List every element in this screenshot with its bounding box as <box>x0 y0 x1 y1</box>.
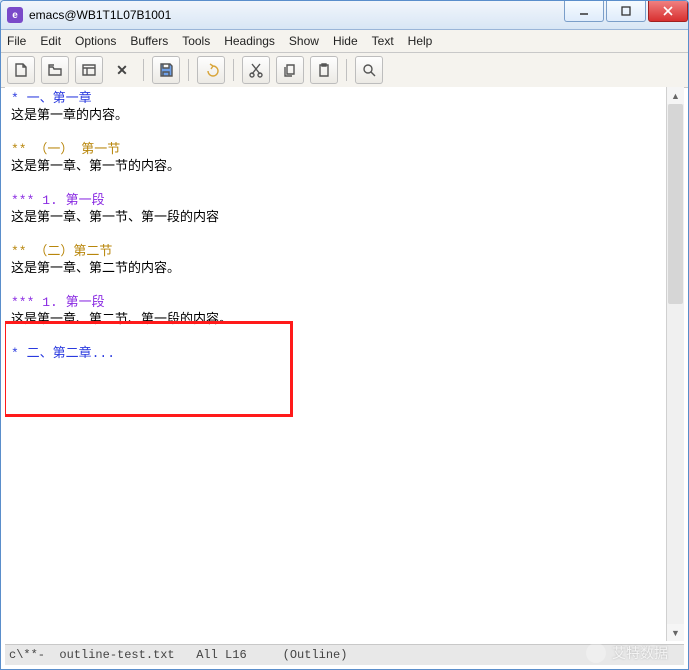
undo-icon[interactable] <box>197 56 225 84</box>
mode-line: c\**- outline-test.txt All L16 (Outline) <box>5 644 684 665</box>
text-line: 这是第一章、第二节的内容。 <box>11 260 661 277</box>
paste-icon[interactable] <box>310 56 338 84</box>
heading-line: *** 1. 第一段 <box>11 294 661 311</box>
scroll-up-button[interactable]: ▲ <box>667 87 684 104</box>
text-line <box>11 328 661 345</box>
menu-show[interactable]: Show <box>289 34 319 48</box>
scroll-thumb[interactable] <box>668 104 683 304</box>
open-file-icon[interactable] <box>41 56 69 84</box>
menu-buffers[interactable]: Buffers <box>130 34 168 48</box>
text-line <box>11 277 661 294</box>
window-title: emacs@WB1T1L07B1001 <box>29 8 171 22</box>
editor-area: * 一、第一章这是第一章的内容。 ** （一） 第一节这是第一章、第一节的内容。… <box>5 87 684 641</box>
vertical-scrollbar[interactable]: ▲ ▼ <box>666 87 684 641</box>
toolbar-separator <box>346 59 347 81</box>
cut-icon[interactable] <box>242 56 270 84</box>
text-line: 这是第一章、第一节、第一段的内容 <box>11 209 661 226</box>
close-button[interactable] <box>648 1 688 22</box>
menu-tools[interactable]: Tools <box>182 34 210 48</box>
toolbar-separator <box>188 59 189 81</box>
watermark-icon <box>586 643 606 663</box>
menu-text[interactable]: Text <box>372 34 394 48</box>
menubar: File Edit Options Buffers Tools Headings Show H… <box>1 30 688 53</box>
heading-line: *** 1. 第一段 <box>11 192 661 209</box>
menu-hide[interactable]: Hide <box>333 34 358 48</box>
text-line: 这是第一章、第一节的内容。 <box>11 158 661 175</box>
window-buttons <box>562 1 688 29</box>
toolbar: ✕ <box>1 53 688 88</box>
watermark-text: 艾特数据 <box>612 643 668 663</box>
menu-file[interactable]: File <box>7 34 26 48</box>
text-line <box>11 124 661 141</box>
menu-headings[interactable]: Headings <box>224 34 275 48</box>
search-icon[interactable] <box>355 56 383 84</box>
new-file-icon[interactable] <box>7 56 35 84</box>
save-icon[interactable] <box>152 56 180 84</box>
titlebar[interactable]: e emacs@WB1T1L07B1001 <box>1 1 688 30</box>
menu-help[interactable]: Help <box>408 34 433 48</box>
heading-line: * 二、第二章... <box>11 345 661 362</box>
menu-edit[interactable]: Edit <box>40 34 61 48</box>
text-line <box>11 226 661 243</box>
toolbar-separator <box>233 59 234 81</box>
minimize-button[interactable] <box>564 1 604 22</box>
toolbar-separator <box>143 59 144 81</box>
menu-options[interactable]: Options <box>75 34 116 48</box>
app-window: e emacs@WB1T1L07B1001 File Edit Options Buf… <box>0 0 689 670</box>
scroll-down-button[interactable]: ▼ <box>667 624 684 641</box>
app-icon: e <box>7 7 23 23</box>
heading-line: ** （一） 第一节 <box>11 141 661 158</box>
text-editor[interactable]: * 一、第一章这是第一章的内容。 ** （一） 第一节这是第一章、第一节的内容。… <box>5 87 667 641</box>
copy-icon[interactable] <box>276 56 304 84</box>
maximize-button[interactable] <box>606 1 646 22</box>
heading-line: ** （二）第二节 <box>11 243 661 260</box>
close-icon[interactable]: ✕ <box>109 57 135 83</box>
dired-icon[interactable] <box>75 56 103 84</box>
heading-line: * 一、第一章 <box>11 90 661 107</box>
text-line: 这是第一章、第二节、第一段的内容。 <box>11 311 661 328</box>
text-line: 这是第一章的内容。 <box>11 107 661 124</box>
text-line <box>11 175 661 192</box>
watermark: 艾特数据 <box>586 643 668 663</box>
